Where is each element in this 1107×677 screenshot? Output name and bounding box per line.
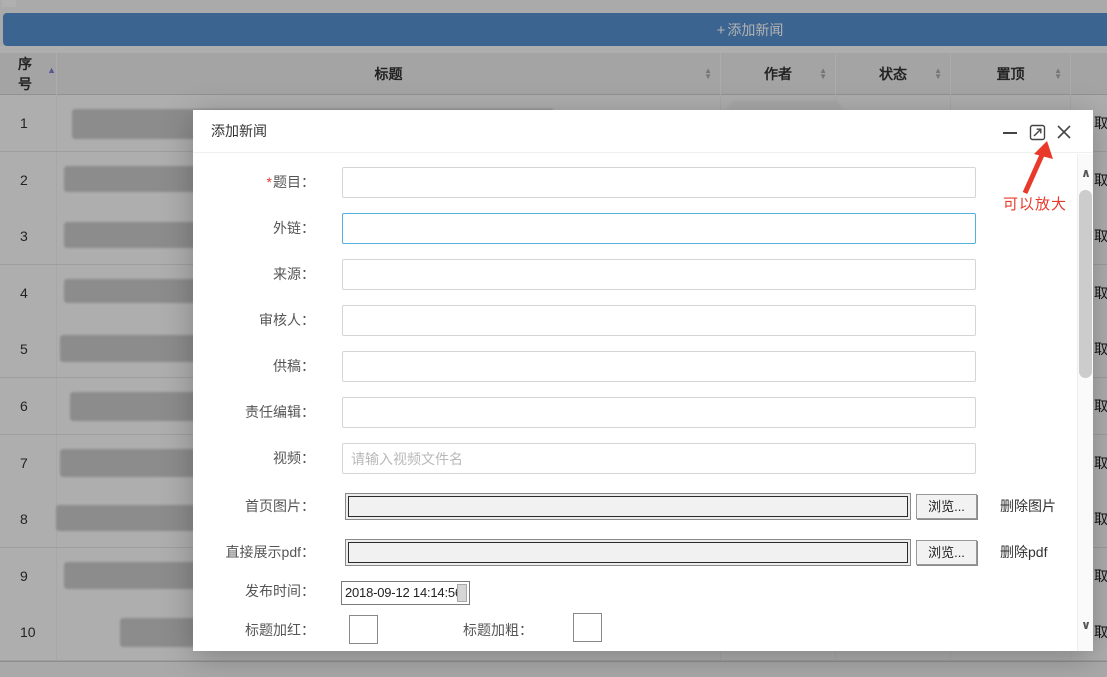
delete-image-link[interactable]: 删除图片 xyxy=(1000,493,1056,520)
field-label-title: *题目： xyxy=(266,174,315,190)
home-image-browse-button[interactable]: 浏览... xyxy=(916,494,977,519)
field-label-publish-time: 发布时间： xyxy=(245,583,315,599)
field-label-reviewer: 审核人： xyxy=(259,312,315,328)
home-image-file-field[interactable] xyxy=(345,493,911,520)
field-label-title-bold: 标题加粗： xyxy=(463,622,533,638)
field-label-link: 外链： xyxy=(273,220,315,236)
delete-pdf-link[interactable]: 删除pdf xyxy=(1000,539,1047,566)
dialog-header: 添加新闻 xyxy=(193,110,1093,153)
title-input[interactable] xyxy=(342,167,976,198)
add-news-dialog: 添加新闻 *题目： 外链： 来源： 审核人： 供稿： 责任编辑： 视频： 请输入… xyxy=(193,110,1093,651)
video-input[interactable] xyxy=(342,443,976,474)
editor-input[interactable] xyxy=(342,397,976,428)
pdf-file-field[interactable] xyxy=(345,539,911,566)
dialog-scrollbar[interactable]: ∧ ∨ xyxy=(1077,154,1093,651)
date-spinner-icon[interactable] xyxy=(457,584,467,602)
title-red-checkbox[interactable] xyxy=(349,615,378,644)
reviewer-input[interactable] xyxy=(342,305,976,336)
scroll-up-icon[interactable]: ∧ xyxy=(1078,166,1094,180)
scrollbar-thumb[interactable] xyxy=(1079,190,1092,378)
field-label-home-image: 首页图片： xyxy=(245,498,315,514)
title-bold-checkbox[interactable] xyxy=(573,613,602,642)
field-label-pdf: 直接展示pdf： xyxy=(225,544,315,560)
annotation-text: 可以放大 xyxy=(1003,196,1068,213)
scroll-down-icon[interactable]: ∨ xyxy=(1078,618,1094,632)
field-label-video: 视频： xyxy=(273,450,315,466)
pdf-browse-button[interactable]: 浏览... xyxy=(916,540,977,565)
field-label-source: 来源： xyxy=(273,266,315,282)
source-input[interactable] xyxy=(342,259,976,290)
field-label-title-red: 标题加红： xyxy=(245,622,315,638)
annotation-arrow-icon xyxy=(1022,141,1053,195)
publish-time-input[interactable]: 2018-09-12 14:14:56 xyxy=(341,581,470,605)
field-label-contributor: 供稿： xyxy=(273,358,315,374)
field-label-editor: 责任编辑： xyxy=(245,404,315,420)
contributor-input[interactable] xyxy=(342,351,976,382)
dialog-title: 添加新闻 xyxy=(211,123,267,139)
link-input[interactable] xyxy=(342,213,976,244)
page-background: +添加新闻 序号▲ 标题 ▲▼ 作者 ▲▼ 状态 ▲▼ 置顶 ▲▼ xyxy=(0,0,1107,677)
